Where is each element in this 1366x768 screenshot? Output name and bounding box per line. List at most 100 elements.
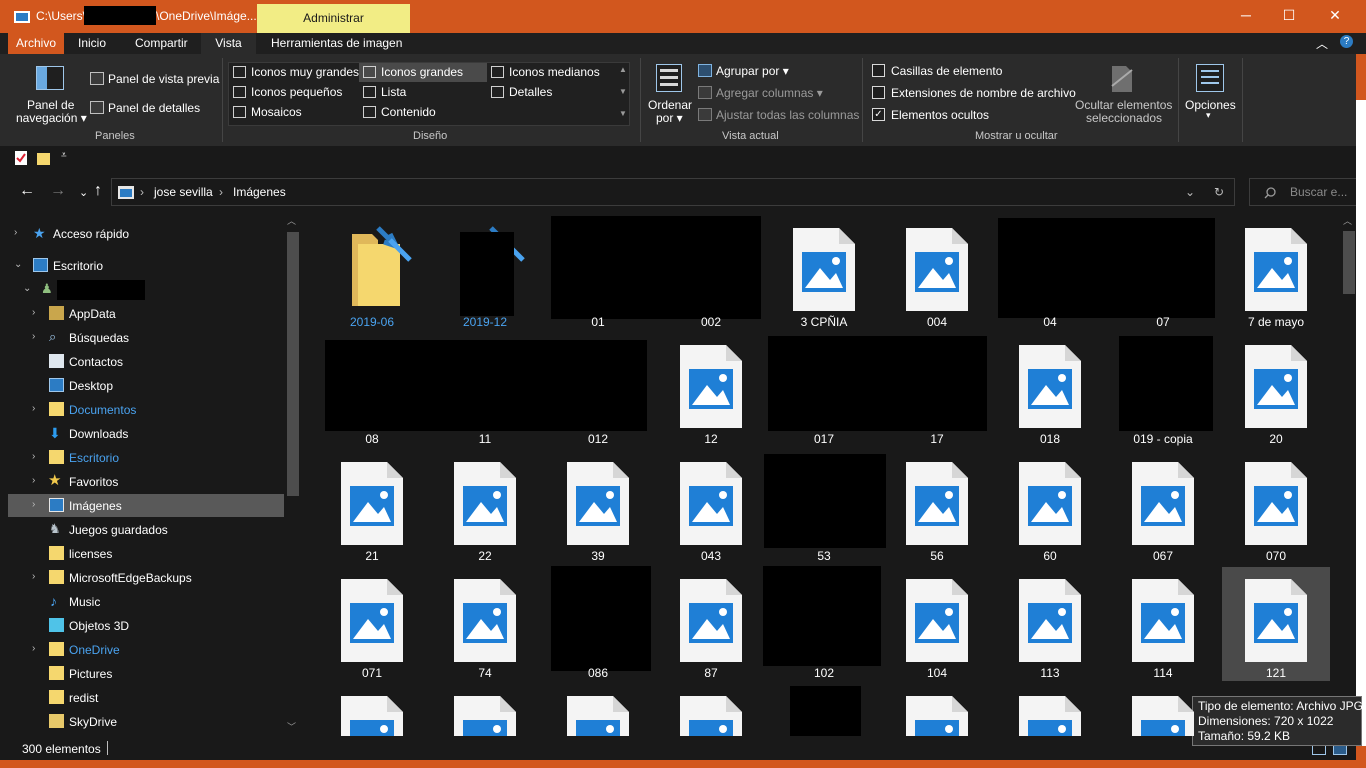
- sidebar-item-desktop[interactable]: Desktop: [8, 374, 284, 397]
- preview-pane-button[interactable]: Panel de vista previa: [108, 72, 219, 86]
- sidebar-item-onedrive[interactable]: › OneDrive: [8, 638, 284, 661]
- up-icon[interactable]: ↑: [94, 182, 102, 200]
- file-tile[interactable]: [318, 450, 426, 564]
- hidden-items-checkbox[interactable]: ✓: [872, 108, 885, 121]
- chevron-right-icon[interactable]: ›: [32, 475, 35, 486]
- sidebar-item-licenses[interactable]: licenses: [8, 542, 284, 565]
- collapse-ribbon-icon[interactable]: ︿: [1316, 35, 1328, 52]
- file-tile[interactable]: [883, 216, 991, 330]
- layout-list[interactable]: Lista: [359, 83, 487, 102]
- sidebar-item-saved-games[interactable]: ♞ Juegos guardados: [8, 518, 284, 541]
- recent-locations-icon[interactable]: ⌄: [79, 186, 88, 199]
- file-tile[interactable]: [883, 567, 991, 681]
- group-by-button[interactable]: Agrupar por ▾: [716, 64, 789, 78]
- file-tile[interactable]: [657, 333, 765, 447]
- file-tile[interactable]: [318, 684, 426, 736]
- sidebar-item-downloads[interactable]: ⬇ Downloads: [8, 422, 284, 445]
- hide-selected-label[interactable]: Ocultar elementos: [1075, 98, 1172, 112]
- sidebar-item-pictures[interactable]: › Imágenes: [8, 494, 284, 517]
- chevron-down-icon[interactable]: ⌄: [23, 283, 31, 294]
- file-tile[interactable]: [770, 216, 878, 330]
- search-box[interactable]: Buscar e...: [1249, 178, 1357, 206]
- sidebar-item-user[interactable]: ⌄ ♟: [8, 278, 284, 301]
- file-extensions-checkbox[interactable]: [872, 86, 885, 99]
- file-tile[interactable]: [544, 684, 652, 736]
- navigation-pane-label-2[interactable]: navegación ▾: [16, 111, 87, 125]
- sidebar-item-edge-backups[interactable]: › MicrosoftEdgeBackups: [8, 566, 284, 589]
- chevron-right-icon[interactable]: ›: [32, 571, 35, 582]
- chevron-right-icon[interactable]: ›: [32, 451, 35, 462]
- address-history-icon[interactable]: ⌄: [1185, 185, 1195, 199]
- sort-by-label[interactable]: Ordenar: [648, 98, 692, 112]
- file-tile[interactable]: [657, 684, 765, 736]
- chevron-right-icon[interactable]: ›: [32, 499, 35, 510]
- sidebar-item-searches[interactable]: › ⌕ Búsquedas: [8, 326, 284, 349]
- gallery-more-icon[interactable]: ▼: [619, 109, 627, 118]
- minimize-button[interactable]: ─: [1223, 0, 1269, 33]
- customize-toolbar-icon[interactable]: ⩡: [61, 150, 67, 161]
- breadcrumb-separator[interactable]: ›: [219, 185, 223, 199]
- sidebar-item-documents[interactable]: › Documentos: [8, 398, 284, 421]
- gallery-up-icon[interactable]: ▲: [619, 65, 627, 74]
- chevron-right-icon[interactable]: ›: [32, 643, 35, 654]
- sidebar-item-pictures-folder[interactable]: Pictures: [8, 662, 284, 685]
- sidebar-scroll-thumb[interactable]: [287, 232, 299, 496]
- layout-extra-large-icons[interactable]: Iconos muy grandes: [229, 63, 359, 82]
- file-tile[interactable]: [657, 450, 765, 564]
- address-bar[interactable]: › jose sevilla › Imágenes ⌄ ↻: [111, 178, 1235, 206]
- item-checkboxes-label[interactable]: Casillas de elemento: [891, 64, 1002, 78]
- tab-vista[interactable]: Vista: [201, 33, 256, 54]
- file-tile[interactable]: [883, 684, 991, 736]
- navigation-pane-label[interactable]: Panel de: [27, 98, 74, 112]
- add-columns-button[interactable]: Agregar columnas ▾: [716, 86, 823, 100]
- hidden-items-label[interactable]: Elementos ocultos: [891, 108, 989, 122]
- layout-large-icons[interactable]: Iconos grandes: [359, 63, 487, 82]
- file-tile[interactable]: [1109, 684, 1217, 736]
- tab-inicio[interactable]: Inicio: [70, 33, 114, 54]
- tab-compartir[interactable]: Compartir: [127, 33, 196, 54]
- sort-by-label-2[interactable]: por ▾: [656, 111, 683, 125]
- chevron-right-icon[interactable]: ›: [32, 307, 35, 318]
- file-tile[interactable]: [883, 450, 991, 564]
- file-tile[interactable]: [431, 567, 539, 681]
- new-folder-icon[interactable]: [37, 151, 50, 165]
- layout-details[interactable]: Detalles: [487, 83, 615, 102]
- properties-icon[interactable]: [15, 151, 27, 165]
- refresh-icon[interactable]: ↻: [1214, 185, 1224, 199]
- file-tile[interactable]: [996, 333, 1104, 447]
- chevron-down-icon[interactable]: ⌄: [14, 259, 22, 270]
- options-arrow-icon[interactable]: ▾: [1206, 110, 1211, 121]
- tab-herramientas-imagen[interactable]: Herramientas de imagen: [263, 33, 410, 54]
- file-tile[interactable]: [318, 216, 426, 330]
- sidebar-item-skydrive[interactable]: SkyDrive: [8, 710, 284, 733]
- chevron-right-icon[interactable]: ›: [32, 331, 35, 342]
- file-tile[interactable]: [1109, 450, 1217, 564]
- file-tile[interactable]: [431, 684, 539, 736]
- layout-tiles[interactable]: Mosaicos: [229, 103, 357, 122]
- gallery-down-icon[interactable]: ▼: [619, 87, 627, 96]
- scroll-up-icon[interactable]: ︿: [1343, 214, 1352, 227]
- content-scroll-thumb[interactable]: [1343, 231, 1355, 294]
- file-tile[interactable]: [544, 450, 652, 564]
- sidebar-item-redist[interactable]: redist: [8, 686, 284, 709]
- file-tile[interactable]: [1222, 567, 1330, 681]
- scroll-up-icon[interactable]: ︿: [287, 214, 296, 227]
- sidebar-item-appdata[interactable]: › AppData: [8, 302, 284, 325]
- chevron-right-icon[interactable]: ›: [32, 403, 35, 414]
- chevron-right-icon[interactable]: ›: [14, 227, 17, 238]
- back-icon[interactable]: ←: [19, 182, 35, 200]
- item-checkboxes-checkbox[interactable]: [872, 64, 885, 77]
- file-tile[interactable]: [431, 450, 539, 564]
- sidebar-item-contacts[interactable]: Contactos: [8, 350, 284, 373]
- maximize-button[interactable]: ☐: [1266, 0, 1312, 33]
- file-tile[interactable]: [996, 684, 1104, 736]
- sidebar-item-desktop-root[interactable]: ⌄ Escritorio: [8, 254, 284, 277]
- file-tile[interactable]: [318, 567, 426, 681]
- file-tile[interactable]: [996, 450, 1104, 564]
- file-tile[interactable]: [996, 567, 1104, 681]
- breadcrumb-pictures[interactable]: Imágenes: [233, 185, 286, 199]
- file-tile[interactable]: [1222, 450, 1330, 564]
- breadcrumb-user[interactable]: jose sevilla: [154, 185, 213, 199]
- layout-content[interactable]: Contenido: [359, 103, 487, 122]
- tab-archivo[interactable]: Archivo: [8, 33, 64, 54]
